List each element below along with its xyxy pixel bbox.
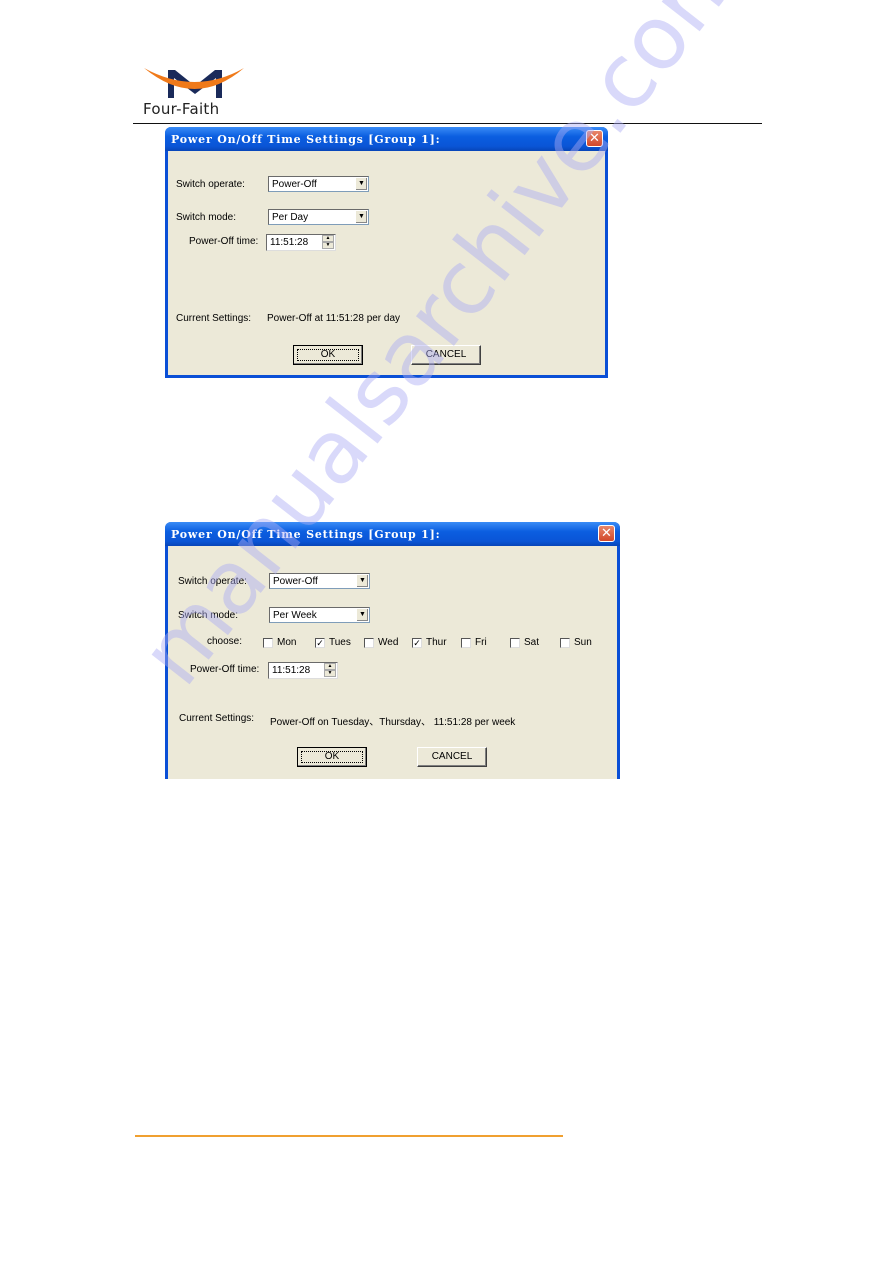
switch-operate-select[interactable]: Power-Off ▼ (268, 176, 369, 192)
switch-mode-label: Switch mode: (176, 212, 237, 223)
switch-mode-value: Per Day (272, 212, 309, 223)
dialog-titlebar[interactable]: Power On/Off Time Settings [Group 1]: ✕ (165, 522, 620, 546)
checkbox-box[interactable] (510, 638, 520, 648)
checkbox-box[interactable] (263, 638, 273, 648)
checkmark-icon[interactable]: ✓ (412, 638, 422, 648)
header-divider (133, 123, 762, 124)
power-off-time-label: Power-Off time: (189, 236, 259, 247)
current-settings-label: Current Settings: (176, 313, 252, 324)
switch-mode-label: Switch mode: (178, 610, 239, 621)
ok-button[interactable]: OK (293, 345, 363, 365)
ok-button-label: OK (320, 349, 336, 360)
day-label: Tues (329, 637, 351, 648)
time-spinner[interactable]: ▲ ▼ (322, 235, 334, 250)
switch-operate-select[interactable]: Power-Off ▼ (269, 573, 370, 589)
power-off-time-label: Power-Off time: (190, 664, 260, 675)
checkbox-box[interactable] (560, 638, 570, 648)
cancel-button[interactable]: CANCEL (411, 345, 481, 365)
day-label: Sun (574, 637, 592, 648)
spin-down-icon[interactable]: ▼ (324, 670, 336, 677)
dialog-titlebar[interactable]: Power On/Off Time Settings [Group 1]: ✕ (165, 127, 608, 151)
checkmark-icon[interactable]: ✓ (315, 638, 325, 648)
choose-days-label: choose: (207, 636, 243, 647)
day-label: Thur (426, 637, 447, 648)
switch-operate-value: Power-Off (273, 576, 318, 587)
ok-button-label: OK (324, 751, 340, 762)
ok-button[interactable]: OK (297, 747, 367, 767)
power-off-time-value: 11:51:28 (272, 665, 311, 676)
day-label: Fri (475, 637, 487, 648)
chevron-down-icon[interactable]: ▼ (356, 609, 368, 621)
power-settings-dialog-per-day: Power On/Off Time Settings [Group 1]: ✕ … (165, 127, 608, 378)
day-label: Mon (277, 637, 297, 648)
current-settings-label: Current Settings: (179, 713, 255, 724)
switch-mode-select[interactable]: Per Day ▼ (268, 209, 369, 225)
day-label: Wed (378, 637, 399, 648)
day-label: Sat (524, 637, 540, 648)
spin-up-icon[interactable]: ▲ (324, 663, 336, 670)
switch-mode-select[interactable]: Per Week ▼ (269, 607, 370, 623)
close-button[interactable]: ✕ (586, 130, 603, 147)
chevron-down-icon[interactable]: ▼ (355, 211, 367, 223)
time-spinner[interactable]: ▲ ▼ (324, 663, 336, 678)
power-off-time-input[interactable]: 11:51:28 ▲ ▼ (266, 234, 336, 251)
power-off-time-value: 11:51:28 (270, 237, 309, 248)
close-button[interactable]: ✕ (598, 525, 615, 542)
switch-operate-value: Power-Off (272, 179, 317, 190)
cancel-button[interactable]: CANCEL (417, 747, 487, 767)
dialog-title: Power On/Off Time Settings [Group 1]: (171, 133, 441, 146)
close-icon: ✕ (601, 526, 612, 541)
spin-down-icon[interactable]: ▼ (322, 242, 334, 249)
four-faith-logo: Four-Faith (140, 62, 250, 120)
chevron-down-icon[interactable]: ▼ (356, 575, 368, 587)
checkbox-box[interactable] (364, 638, 374, 648)
current-settings-value: Power-Off on Tuesday、Thursday、 11:51:28 … (270, 717, 516, 728)
cancel-button-label: CANCEL (431, 751, 473, 762)
power-settings-dialog-per-week: Power On/Off Time Settings [Group 1]: ✕ … (165, 522, 620, 779)
switch-mode-value: Per Week (273, 610, 317, 621)
power-off-time-input[interactable]: 11:51:28 ▲ ▼ (268, 662, 338, 679)
spin-up-icon[interactable]: ▲ (322, 235, 334, 242)
chevron-down-icon[interactable]: ▼ (355, 178, 367, 190)
cancel-button-label: CANCEL (425, 349, 467, 360)
close-icon: ✕ (589, 131, 600, 146)
switch-operate-label: Switch operate: (176, 179, 245, 190)
logo-mark-icon (144, 68, 244, 98)
checkbox-box[interactable] (461, 638, 471, 648)
dialog-title: Power On/Off Time Settings [Group 1]: (171, 528, 441, 541)
current-settings-value: Power-Off at 11:51:28 per day (267, 313, 401, 324)
footer-divider (135, 1135, 563, 1137)
switch-operate-label: Switch operate: (178, 576, 247, 587)
brand-name: Four-Faith (143, 100, 220, 118)
